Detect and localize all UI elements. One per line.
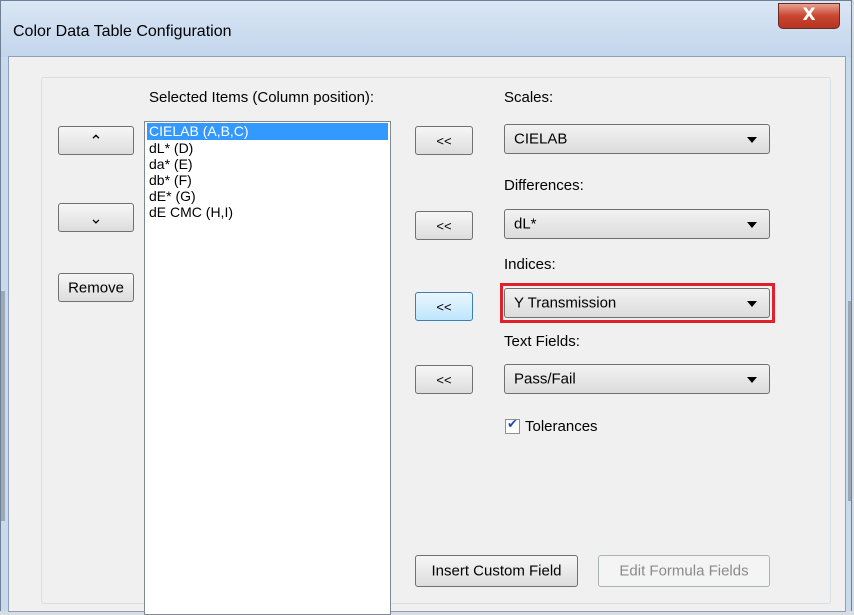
chevron-up-icon: ⌃ (89, 131, 103, 150)
text-fields-dropdown[interactable]: Pass/Fail (504, 364, 770, 394)
window-edge-left (1, 291, 5, 521)
text-fields-value: Pass/Fail (514, 370, 576, 388)
list-item[interactable]: CIELAB (A,B,C) (147, 123, 388, 140)
text-fields-label: Text Fields: (504, 333, 580, 350)
selected-items-list[interactable]: CIELAB (A,B,C) dL* (D) da* (E) db* (F) dE* (… (144, 121, 391, 615)
remove-button[interactable]: Remove (58, 273, 134, 302)
scales-label: Scales: (504, 89, 554, 106)
differences-value: dL* (514, 215, 537, 233)
add-index-label: << (436, 299, 452, 314)
add-difference-button[interactable]: << (415, 211, 473, 240)
add-difference-label: << (436, 218, 452, 233)
selected-items-label: Selected Items (Column position): (149, 89, 375, 106)
close-icon: X (802, 5, 816, 25)
tolerances-label[interactable]: Tolerances (525, 418, 598, 435)
chevron-down-icon: ⌄ (89, 208, 103, 227)
edit-formula-fields-label: Edit Formula Fields (619, 562, 749, 580)
list-item[interactable]: dL* (D) (145, 140, 390, 156)
scales-value: CIELAB (514, 130, 568, 148)
close-button[interactable]: X (778, 3, 840, 29)
differences-dropdown[interactable]: dL* (504, 209, 770, 239)
add-text-field-button[interactable]: << (415, 365, 473, 394)
scales-dropdown[interactable]: CIELAB (504, 124, 770, 154)
title-bar[interactable]: Color Data Table Configuration X (1, 1, 851, 57)
dropdown-arrow-icon (747, 222, 757, 228)
add-text-field-label: << (436, 372, 452, 387)
add-scale-button[interactable]: << (415, 126, 473, 155)
insert-custom-field-label: Insert Custom Field (431, 562, 562, 580)
move-down-button[interactable]: ⌄ (58, 203, 134, 232)
move-up-button[interactable]: ⌃ (58, 126, 134, 155)
list-item[interactable]: db* (F) (145, 172, 390, 188)
highlight-box (500, 283, 775, 323)
list-item[interactable]: dE CMC (H,I) (145, 204, 390, 220)
edit-formula-fields-button: Edit Formula Fields (598, 555, 770, 587)
dropdown-arrow-icon (747, 137, 757, 143)
tolerances-checkbox[interactable]: ✔ (505, 417, 520, 434)
remove-button-label: Remove (68, 279, 124, 296)
add-index-button[interactable]: << (415, 292, 473, 321)
dialog-window: Color Data Table Configuration X Selecte… (0, 0, 852, 615)
list-item[interactable]: dE* (G) (145, 188, 390, 204)
list-item[interactable]: da* (E) (145, 156, 390, 172)
window-title: Color Data Table Configuration (13, 23, 232, 40)
insert-custom-field-button[interactable]: Insert Custom Field (415, 555, 578, 587)
add-scale-label: << (436, 133, 452, 148)
indices-label: Indices: (504, 256, 556, 273)
dropdown-arrow-icon (747, 377, 757, 383)
window-edge-right (848, 301, 851, 501)
checkmark-icon: ✔ (507, 417, 518, 432)
differences-label: Differences: (504, 177, 584, 194)
